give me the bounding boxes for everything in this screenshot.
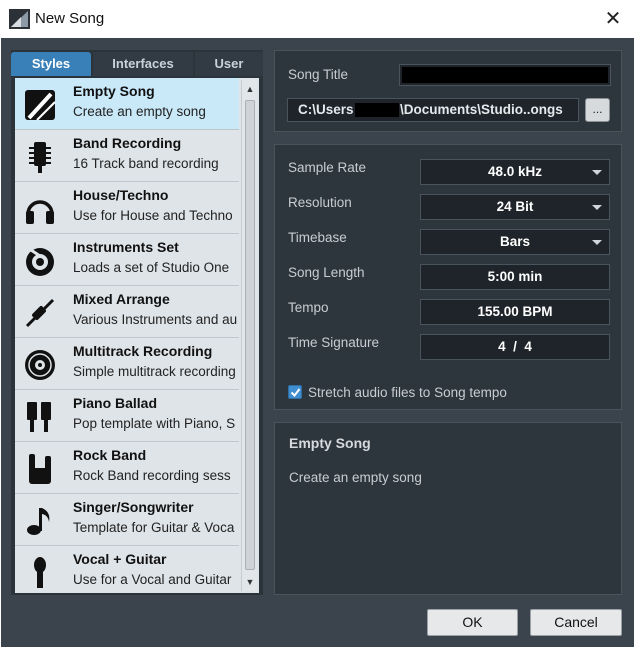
song-settings-panel: Sample Rate 48.0 kHz Resolution 24 Bit T… bbox=[274, 144, 622, 410]
template-name: Piano Ballad bbox=[73, 395, 158, 411]
sample-rate-select[interactable]: 48.0 kHz bbox=[420, 159, 610, 185]
scroll-thumb[interactable] bbox=[245, 100, 255, 570]
template-desc: Template for Guitar & Voca bbox=[73, 520, 235, 535]
scroll-up-arrow-icon[interactable]: ▲ bbox=[244, 82, 256, 96]
resolution-label: Resolution bbox=[288, 195, 352, 210]
time-signature-label: Time Signature bbox=[288, 335, 380, 350]
template-desc: Various Instruments and au bbox=[73, 312, 238, 327]
template-tabs: Styles Interfaces User bbox=[11, 50, 263, 76]
template-name: Multitrack Recording bbox=[73, 343, 213, 359]
template-desc: 16 Track band recording bbox=[73, 156, 219, 171]
timebase-value: Bars bbox=[499, 234, 531, 249]
template-browser: Styles Interfaces User Empty Song Create… bbox=[11, 50, 263, 595]
template-list-scrollbar[interactable]: ▲ ▼ bbox=[241, 80, 257, 591]
path-prefix: C:\Users bbox=[298, 102, 354, 117]
template-desc: Use for a Vocal and Guitar bbox=[73, 572, 232, 587]
template-desc: Rock Band recording sess bbox=[73, 468, 231, 483]
stretch-audio-label[interactable]: Stretch audio files to Song tempo bbox=[308, 385, 507, 400]
template-info-name: Empty Song bbox=[289, 435, 371, 451]
browse-button[interactable]: ... bbox=[585, 98, 610, 122]
scroll-down-arrow-icon[interactable]: ▼ bbox=[244, 575, 256, 589]
template-name: Vocal + Guitar bbox=[73, 551, 167, 567]
template-name: Singer/Songwriter bbox=[73, 499, 194, 515]
song-path-field[interactable]: C:\Users \Documents\Studio..ongs bbox=[287, 98, 579, 122]
template-info-panel: Empty Song Create an empty song bbox=[274, 422, 622, 595]
chevron-down-icon bbox=[592, 240, 602, 245]
template-item-multitrack-recording[interactable]: Multitrack Recording Simple multitrack r… bbox=[15, 338, 239, 390]
sample-rate-label: Sample Rate bbox=[288, 160, 367, 175]
template-item-piano-ballad[interactable]: Piano Ballad Pop template with Piano, S bbox=[15, 390, 239, 442]
template-item-band-recording[interactable]: Band Recording 16 Track band recording bbox=[15, 130, 239, 182]
song-length-label: Song Length bbox=[288, 265, 365, 280]
studio-one-icon bbox=[9, 9, 30, 29]
tempo-label: Tempo bbox=[288, 300, 329, 315]
tab-user[interactable]: User bbox=[195, 52, 263, 76]
template-desc: Use for House and Techno bbox=[73, 208, 233, 223]
sample-rate-value: 48.0 kHz bbox=[487, 164, 543, 179]
rock-hand-icon bbox=[29, 454, 51, 484]
ok-button[interactable]: OK bbox=[427, 609, 518, 636]
template-item-rock-band[interactable]: Rock Band Rock Band recording sess bbox=[15, 442, 239, 494]
song-length-input[interactable]: 5:00 min bbox=[420, 264, 610, 290]
window-title: New Song bbox=[35, 10, 105, 27]
song-title-input[interactable] bbox=[399, 64, 611, 86]
template-item-instruments-set[interactable]: Instruments Set Loads a set of Studio On… bbox=[15, 234, 239, 286]
chevron-down-icon bbox=[592, 170, 602, 175]
tab-styles[interactable]: Styles bbox=[11, 52, 91, 76]
template-info-desc: Create an empty song bbox=[289, 470, 422, 485]
timebase-select[interactable]: Bars bbox=[420, 229, 610, 255]
song-location-panel: Song Title C:\Users \Documents\Studio..o… bbox=[274, 50, 622, 132]
disc-icon bbox=[25, 350, 55, 380]
template-name: Empty Song bbox=[73, 83, 155, 99]
song-title-label: Song Title bbox=[288, 67, 349, 82]
checkmark-icon bbox=[290, 388, 301, 398]
title-bar: New Song ✕ bbox=[0, 0, 635, 38]
microphone-grille-icon bbox=[29, 142, 51, 173]
music-note-icon bbox=[27, 508, 50, 535]
headphones-icon bbox=[26, 200, 54, 224]
template-name: Band Recording bbox=[73, 135, 182, 151]
template-item-house-techno[interactable]: House/Techno Use for House and Techno bbox=[15, 182, 239, 234]
resolution-select[interactable]: 24 Bit bbox=[420, 194, 610, 220]
time-signature-input[interactable]: 4 / 4 bbox=[420, 334, 610, 360]
tempo-input[interactable]: 155.00 BPM bbox=[420, 299, 610, 325]
template-desc: Pop template with Piano, S bbox=[73, 416, 236, 431]
empty-song-icon bbox=[25, 90, 56, 121]
instrument-knob-icon bbox=[26, 248, 54, 276]
path-suffix: \Documents\Studio..ongs bbox=[400, 102, 563, 117]
template-item-empty-song[interactable]: Empty Song Create an empty song bbox=[15, 78, 239, 130]
template-name: Instruments Set bbox=[73, 239, 179, 255]
resolution-value: 24 Bit bbox=[496, 199, 534, 214]
template-desc: Simple multitrack recording bbox=[73, 364, 236, 379]
template-name: Rock Band bbox=[73, 447, 147, 463]
microphone-icon bbox=[34, 557, 46, 588]
redacted-title bbox=[402, 67, 608, 83]
redacted-username bbox=[355, 103, 399, 117]
piano-keys-icon bbox=[27, 402, 51, 432]
template-desc: Create an empty song bbox=[73, 104, 206, 119]
template-list: Empty Song Create an empty song Band Rec… bbox=[15, 78, 259, 593]
close-icon[interactable]: ✕ bbox=[602, 8, 624, 30]
template-name: Mixed Arrange bbox=[73, 291, 170, 307]
tab-interfaces[interactable]: Interfaces bbox=[93, 52, 193, 76]
audio-jack-icon bbox=[25, 298, 55, 328]
chevron-down-icon bbox=[592, 205, 602, 210]
template-item-vocal-guitar[interactable]: Vocal + Guitar Use for a Vocal and Guita… bbox=[15, 546, 239, 593]
template-desc: Loads a set of Studio One bbox=[73, 260, 230, 275]
template-item-singer-songwriter[interactable]: Singer/Songwriter Template for Guitar & … bbox=[15, 494, 239, 546]
stretch-audio-checkbox[interactable] bbox=[288, 385, 302, 399]
timebase-label: Timebase bbox=[288, 230, 347, 245]
template-name: House/Techno bbox=[73, 187, 169, 203]
cancel-button[interactable]: Cancel bbox=[530, 609, 622, 636]
new-song-dialog: Styles Interfaces User Empty Song Create… bbox=[1, 38, 634, 647]
template-item-mixed-arrange[interactable]: Mixed Arrange Various Instruments and au bbox=[15, 286, 239, 338]
